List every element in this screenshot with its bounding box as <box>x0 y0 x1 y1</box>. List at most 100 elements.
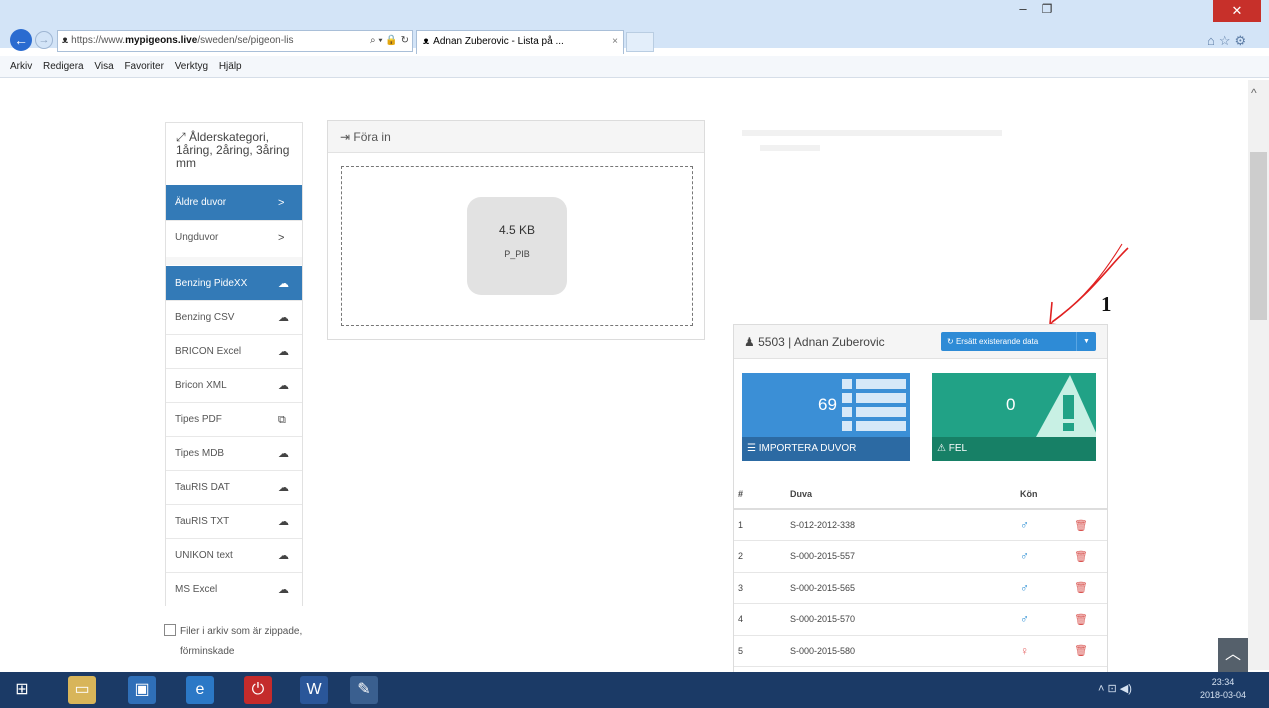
menu-item-tipes-pdf[interactable]: Tipes PDF ⧉ <box>166 402 302 437</box>
trash-icon[interactable]: 🗑 <box>1074 520 1088 532</box>
menu-item-label: TauRIS DAT <box>175 482 230 493</box>
cloud-upload-icon: ☁ <box>278 482 289 494</box>
clock-date: 2018-03-04 <box>1200 690 1247 700</box>
app-icon[interactable]: ▣ <box>128 676 156 704</box>
menu-item-bricon-excel[interactable]: BRICON Excel ☁ <box>166 334 302 369</box>
column-header-actions <box>1074 480 1107 510</box>
import-pigeons-tile[interactable]: 69 ☰ IMPORTERA DUVOR <box>742 373 910 461</box>
menu-item-tauris-dat[interactable]: TauRIS DAT ☁ <box>166 470 302 505</box>
menu-item-ungduvor[interactable]: Ungduvor > <box>166 220 302 255</box>
uploaded-file-preview[interactable]: 4.5 KB P_PIB <box>467 197 567 295</box>
url-host: mypigeons.live <box>125 35 198 46</box>
refresh-icon[interactable]: ↻ <box>401 35 409 46</box>
menu-item-benzing-csv[interactable]: Benzing CSV ☁ <box>166 300 302 335</box>
trash-icon[interactable]: 🗑 <box>1074 614 1088 626</box>
forward-button[interactable]: → <box>35 31 53 49</box>
taskbar: ⊞ ▭ ▣ e ⏻ W ✎ ˄ ⊡ ◀) 23:34 2018-03-04 <box>0 672 1269 708</box>
new-tab-button[interactable] <box>626 32 654 52</box>
volume-icon[interactable]: ◀) <box>1120 683 1132 695</box>
cloud-upload-icon: ☁ <box>278 448 289 460</box>
menu-item-tipes-mdb[interactable]: Tipes MDB ☁ <box>166 436 302 471</box>
import-result-panel: ♟ 5503 | Adnan Zuberovic ↻ Ersätt existe… <box>733 324 1108 684</box>
error-tile-footer: ⚠ FEL <box>932 437 1096 461</box>
url-prefix: https://www. <box>71 35 126 46</box>
pigeon-ring: S-000-2015-557 <box>790 540 1020 573</box>
file-size: 4.5 KB <box>498 223 536 237</box>
menu-verktyg[interactable]: Verktyg <box>175 61 208 72</box>
minimize-button[interactable]: – <box>1012 0 1034 20</box>
back-to-top-button[interactable]: ︿ <box>1218 638 1248 672</box>
cloud-upload-icon: ☁ <box>278 550 289 562</box>
maximize-button[interactable]: ❐ <box>1036 0 1058 20</box>
cloud-upload-icon: ☁ <box>278 312 289 324</box>
menu-arkiv[interactable]: Arkiv <box>10 61 32 72</box>
network-icon[interactable]: ⊡ <box>1108 683 1117 695</box>
pigeon-ring: S-000-2015-565 <box>790 572 1020 604</box>
chevron-up-icon: ︿ <box>1224 646 1241 663</box>
menu-item-label: TauRIS TXT <box>175 516 230 527</box>
scroll-up-icon[interactable]: ^ <box>1251 86 1257 100</box>
pigeon-ring: S-000-2015-580 <box>790 635 1020 667</box>
clock-time: 23:34 <box>1211 677 1235 687</box>
male-icon: ♂ <box>1020 549 1029 564</box>
menu-redigera[interactable]: Redigera <box>43 61 84 72</box>
address-bar[interactable]: ᴥ https://www.mypigeons.live/sweden/se/pi… <box>57 30 413 52</box>
column-header-number: # <box>734 480 790 510</box>
menu-item-bricon-xml[interactable]: Bricon XML ☁ <box>166 368 302 403</box>
faded-text <box>742 130 1002 136</box>
table-row: 5 S-000-2015-580 ♀ 🗑 <box>734 635 1107 667</box>
pigeon-ring: S-012-2012-338 <box>790 509 1020 541</box>
error-tile[interactable]: 0 ⚠ FEL <box>932 373 1096 461</box>
paint-icon[interactable]: ✎ <box>350 676 378 704</box>
column-header-duva: Duva <box>790 480 1020 510</box>
replace-button-label: Ersätt existerande data <box>955 337 1039 346</box>
trash-icon[interactable]: 🗑 <box>1074 645 1088 657</box>
lock-icon[interactable]: 🔒 <box>385 35 397 46</box>
file-dropzone[interactable]: 4.5 KB P_PIB <box>341 166 693 326</box>
close-window-button[interactable]: ✕ <box>1213 0 1261 22</box>
search-icon[interactable]: ⌕ <box>370 35 376 46</box>
menu-item-aldre-duvor[interactable]: Äldre duvor > <box>166 185 302 220</box>
windows-start-icon[interactable]: ⊞ <box>8 676 36 704</box>
menu-item-ms-excel[interactable]: MS Excel ☁ <box>166 572 302 607</box>
menu-item-tauris-txt[interactable]: TauRIS TXT ☁ <box>166 504 302 539</box>
male-icon: ♂ <box>1020 518 1029 532</box>
page-scrollbar[interactable]: ^ <box>1248 80 1269 670</box>
back-button[interactable]: ← <box>10 29 32 51</box>
site-favicon-icon: ᴥ <box>62 35 69 46</box>
home-icon[interactable]: ⌂ <box>1207 33 1219 48</box>
menu-item-benzing-pidexx[interactable]: Benzing PideXX ☁ <box>166 266 302 301</box>
menu-hjalp[interactable]: Hjälp <box>219 61 242 72</box>
word-icon[interactable]: W <box>300 676 328 704</box>
menu-visa[interactable]: Visa <box>94 61 113 72</box>
menu-item-label: UNIKON text <box>175 550 233 561</box>
file-name: P_PIB <box>504 249 530 259</box>
file-explorer-icon[interactable]: ▭ <box>68 676 96 704</box>
scrollbar-thumb[interactable] <box>1250 152 1267 320</box>
age-category-title: Ålderskategori, 1åring, 2åring, 3åring m… <box>176 130 290 170</box>
tab-close-icon[interactable]: × <box>612 31 618 53</box>
sign-in-icon: ⇥ <box>340 130 351 144</box>
age-category-header: ⤢ Ålderskategori, 1åring, 2åring, 3åring… <box>166 123 302 185</box>
internet-explorer-icon[interactable]: e <box>186 676 214 704</box>
menu-item-label: Äldre duvor <box>175 197 227 208</box>
cloud-upload-icon: ☁ <box>278 346 289 358</box>
replace-existing-data-button[interactable]: ↻ Ersätt existerande data ▼ <box>941 332 1096 351</box>
taskbar-clock[interactable]: 23:34 2018-03-04 <box>1200 676 1246 702</box>
menu-favoriter[interactable]: Favoriter <box>124 61 163 72</box>
trash-icon[interactable]: 🗑 <box>1074 582 1088 594</box>
chevron-up-icon[interactable]: ˄ <box>1098 683 1104 695</box>
star-icon[interactable]: ☆ <box>1219 33 1235 48</box>
import-count: 69 <box>818 395 837 414</box>
gear-icon[interactable]: ⚙ <box>1235 33 1251 48</box>
list-icon <box>842 379 906 431</box>
menu-item-unikon-text[interactable]: UNIKON text ☁ <box>166 538 302 573</box>
caret-down-icon[interactable]: ▼ <box>1076 332 1096 351</box>
archive-checkbox[interactable] <box>164 624 176 636</box>
male-icon: ♂ <box>1020 580 1029 595</box>
power-app-icon[interactable]: ⏻ <box>244 676 272 704</box>
row-number: 1 <box>734 509 790 541</box>
warning-icon: ⚠ <box>937 443 946 454</box>
trash-icon[interactable]: 🗑 <box>1074 551 1088 563</box>
browser-tab[interactable]: ᴥ Adnan Zuberovic - Lista på ... × <box>416 30 624 54</box>
